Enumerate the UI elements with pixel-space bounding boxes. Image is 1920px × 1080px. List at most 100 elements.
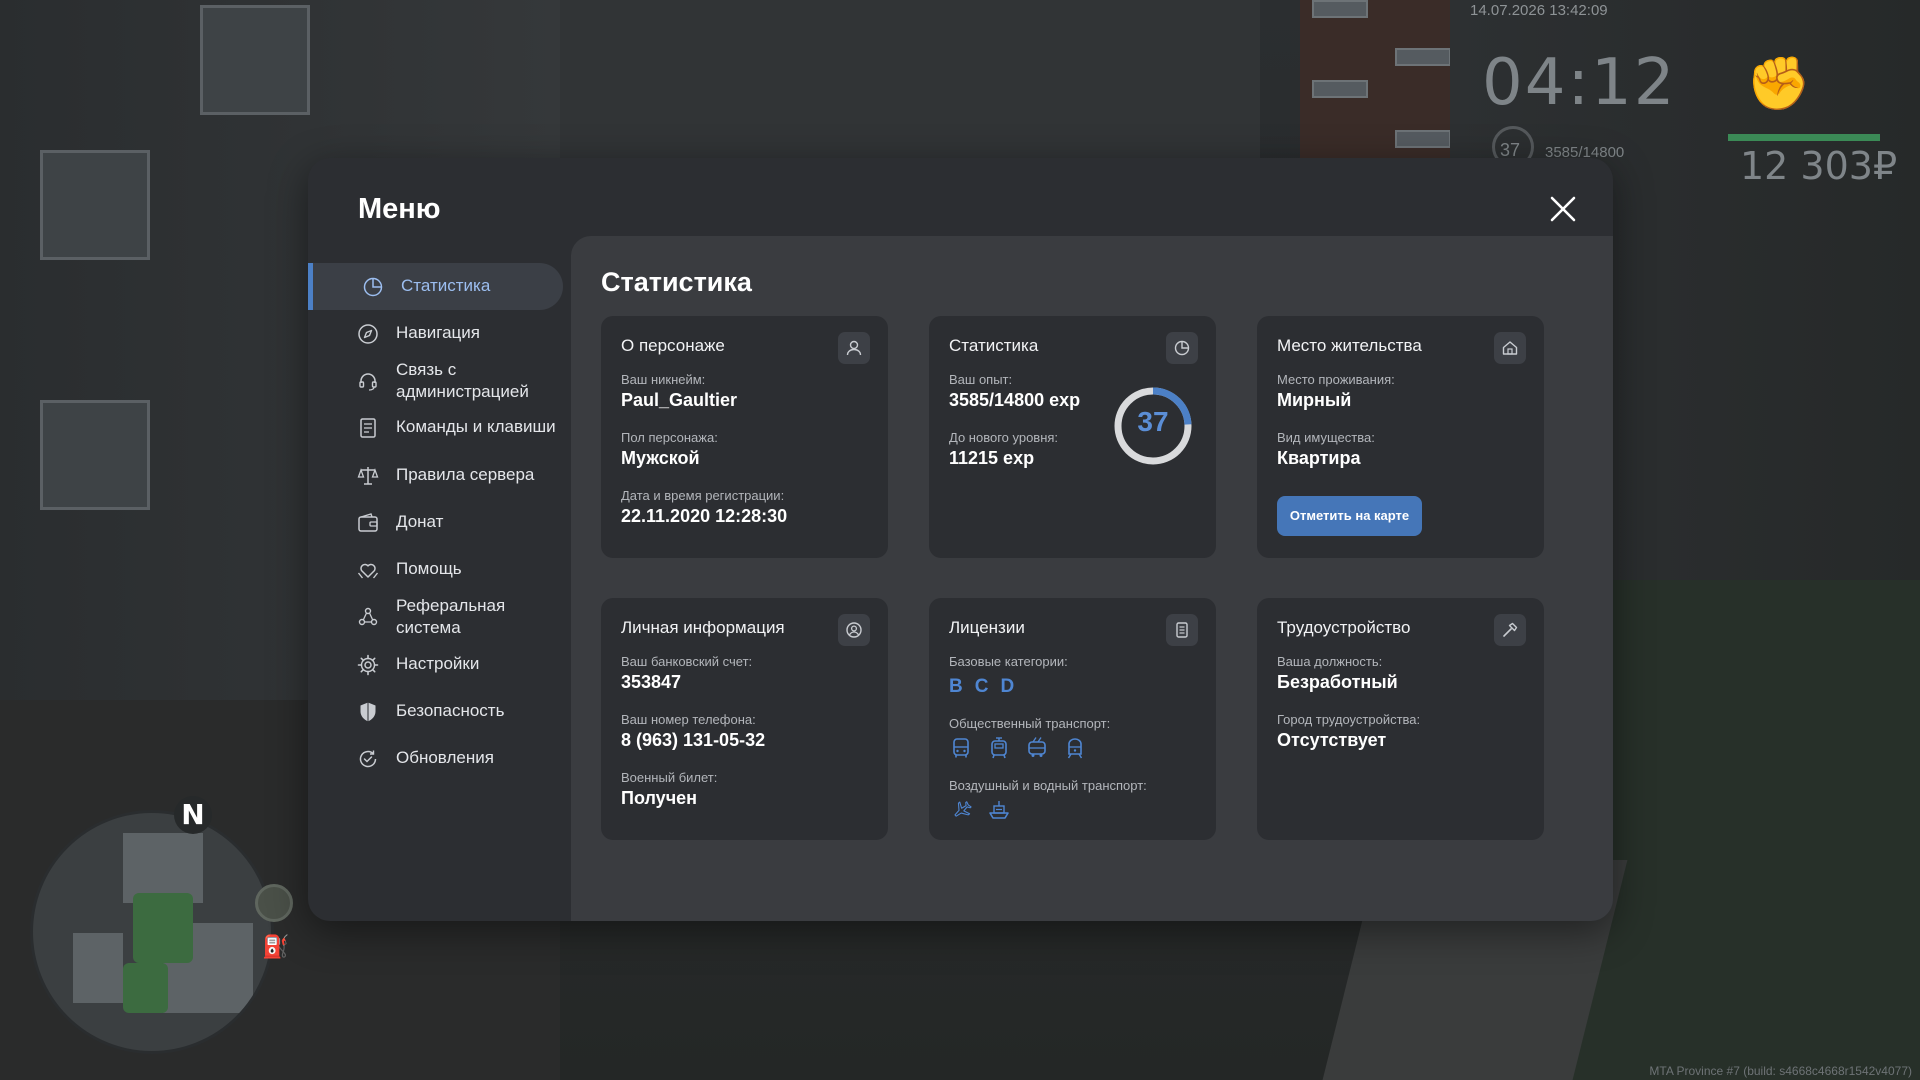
- boat-icon: [987, 798, 1011, 822]
- hammer-icon: [1494, 614, 1526, 646]
- license-document-icon: [1166, 614, 1198, 646]
- sidebar-item-label: Помощь: [396, 559, 462, 578]
- residence-place-label: Место проживания:: [1277, 372, 1395, 387]
- hud-health-bar-fill: [1728, 134, 1880, 141]
- military-id-label: Военный билет:: [621, 770, 718, 785]
- sidebar-item-label: Безопасность: [396, 701, 505, 720]
- air-water-transport-label: Воздушный и водный транспорт:: [949, 778, 1147, 793]
- build-info: MTA Province #7 (build: s4668c4668r1542v…: [1649, 1064, 1912, 1078]
- registration-value: 22.11.2020 12:28:30: [621, 506, 788, 526]
- license-category: B: [949, 676, 963, 697]
- phone-value: 8 (963) 131-05-32: [621, 730, 766, 750]
- refresh-check-icon: [356, 747, 380, 771]
- sidebar-item-heart-hands[interactable]: Помощь: [308, 546, 563, 593]
- statistics-card: Статистика Ваш опыт: 3585/14800 exp До н…: [929, 316, 1216, 558]
- exp-value: 3585/14800 exp: [949, 390, 1081, 410]
- minimap-park: [123, 963, 168, 1013]
- sidebar-item-compass[interactable]: Навигация: [308, 310, 563, 357]
- sidebar-item-label: Обновления: [396, 748, 494, 767]
- wallet-icon: [356, 511, 380, 535]
- sidebar-item-document-list[interactable]: Команды и клавиши: [308, 404, 563, 451]
- building-window: [1395, 130, 1451, 148]
- sidebar-item-shield[interactable]: Безопасность: [308, 688, 563, 735]
- employment-card: Трудоустройство Ваша должность: Безработ…: [1257, 598, 1544, 840]
- minimap-park: [133, 893, 193, 963]
- bank-account-label: Ваш банковский счет:: [621, 654, 753, 669]
- gear-icon: [356, 653, 380, 677]
- minimap[interactable]: [30, 810, 274, 1054]
- property-type-label: Вид имущества:: [1277, 430, 1375, 445]
- pie-chart-icon: [361, 275, 385, 299]
- building-window: [40, 150, 150, 260]
- gender-label: Пол персонажа:: [621, 430, 718, 445]
- card-title: Статистика: [949, 336, 1039, 355]
- user-circle-icon: [838, 614, 870, 646]
- compass-icon: [356, 322, 380, 346]
- public-transport-icons: [949, 736, 1087, 760]
- nickname-label: Ваш никнейм:: [621, 372, 706, 387]
- train-icon: [1063, 736, 1087, 760]
- public-transport-label: Общественный транспорт:: [949, 716, 1111, 731]
- card-title: Лицензии: [949, 618, 1025, 637]
- base-categories-label: Базовые категории:: [949, 654, 1068, 669]
- employment-city-label: Город трудоустройства:: [1277, 712, 1421, 727]
- nickname-value: Paul_Gaultier: [621, 390, 738, 410]
- sidebar-item-label: Донат: [396, 512, 444, 531]
- tram-icon: [987, 736, 1011, 760]
- hud-clock: 04:12: [1482, 46, 1677, 120]
- card-title: О персонаже: [621, 336, 725, 355]
- minimap-block: [73, 933, 123, 1003]
- building-window: [200, 5, 310, 115]
- card-title: Место жительства: [1277, 336, 1422, 355]
- sidebar-item-refresh-check[interactable]: Обновления: [308, 735, 563, 782]
- pie-chart-icon: [1166, 332, 1198, 364]
- bus-icon: [949, 736, 973, 760]
- licenses-card: Лицензии Базовые категории: B C D Общест…: [929, 598, 1216, 840]
- building-window: [40, 400, 150, 510]
- property-type-value: Квартира: [1277, 448, 1361, 468]
- sidebar-item-pie-chart[interactable]: Статистика: [308, 263, 563, 310]
- sidebar-item-label: Команды и клавиши: [396, 417, 556, 436]
- sidebar-item-people-network[interactable]: Реферальная система: [308, 593, 563, 640]
- card-title: Личная информация: [621, 618, 785, 637]
- military-id-value: Получен: [621, 788, 698, 808]
- hud-date: 14.07.2026 13:42:09: [1470, 2, 1608, 19]
- registration-label: Дата и время регистрации:: [621, 488, 785, 503]
- phone-label: Ваш номер телефона:: [621, 712, 756, 727]
- license-category: D: [1000, 676, 1015, 697]
- sidebar-item-wallet[interactable]: Донат: [308, 499, 563, 546]
- headset-icon: [356, 369, 380, 393]
- position-value: Безработный: [1277, 672, 1398, 692]
- residence-place-value: Мирный: [1277, 390, 1352, 410]
- heart-hands-icon: [356, 558, 380, 582]
- radar-icon: [255, 884, 293, 922]
- gender-value: Мужской: [621, 448, 700, 468]
- sidebar-item-label: Правила сервера: [396, 465, 535, 484]
- user-icon: [838, 332, 870, 364]
- sidebar-item-label: Навигация: [396, 323, 480, 342]
- sidebar-item-label: Статистика: [401, 276, 491, 295]
- close-button[interactable]: [1546, 192, 1580, 226]
- sidebar-item-scales[interactable]: Правила сервера: [308, 452, 563, 499]
- sidebar-item-headset[interactable]: Связь с администрацией: [308, 357, 563, 404]
- exp-label: Ваш опыт:: [949, 372, 1013, 387]
- building-window: [1395, 48, 1451, 66]
- section-title: Статистика: [601, 267, 752, 297]
- shield-icon: [356, 700, 380, 724]
- bank-account-value: 353847: [621, 672, 682, 692]
- level-number: 37: [1137, 406, 1169, 437]
- hud-health-bar: [1728, 134, 1880, 141]
- employment-city-value: Отсутствует: [1277, 730, 1387, 750]
- sidebar-item-gear[interactable]: Настройки: [308, 641, 563, 688]
- trolleybus-icon: [1025, 736, 1049, 760]
- document-list-icon: [356, 416, 380, 440]
- air-water-transport-icons: [949, 798, 1011, 822]
- menu-title: Меню: [358, 193, 441, 225]
- next-level-label: До нового уровня:: [949, 430, 1059, 445]
- base-categories: B C D: [949, 676, 1014, 698]
- fist-icon: ✊: [1746, 55, 1811, 113]
- next-level-value: 11215 exp: [949, 448, 1035, 468]
- home-icon: [1494, 332, 1526, 364]
- mark-on-map-button[interactable]: Отметить на карте: [1277, 496, 1422, 536]
- sidebar-item-label: Реферальная система: [396, 596, 506, 637]
